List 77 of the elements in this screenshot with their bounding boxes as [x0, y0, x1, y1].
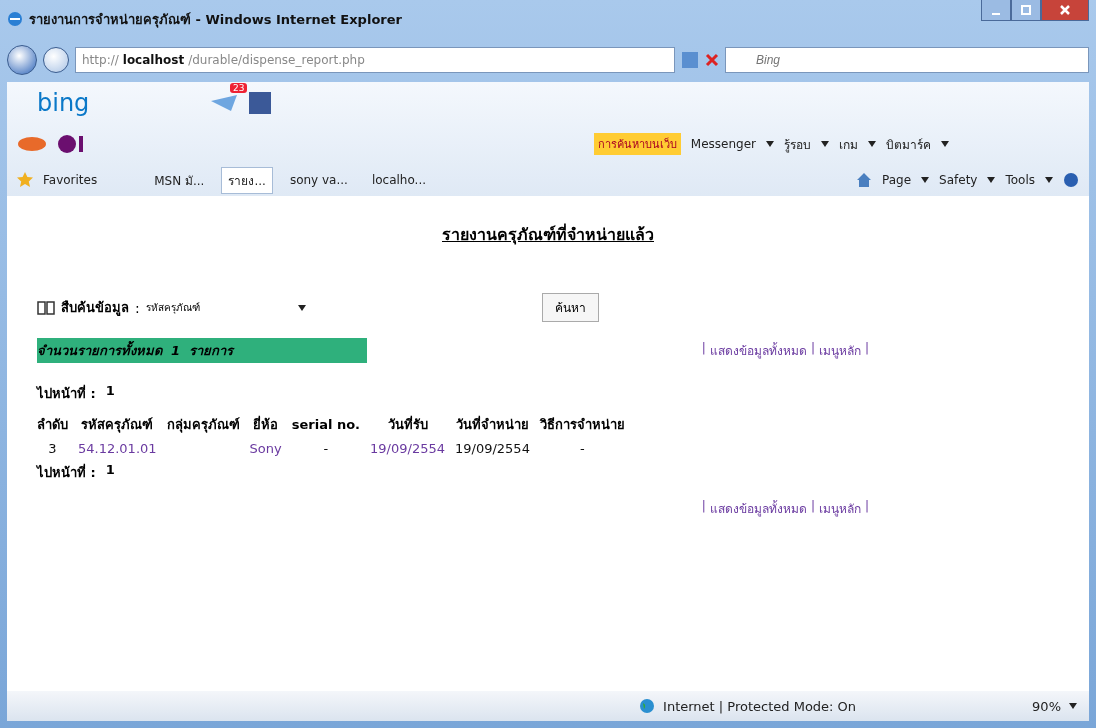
page-label: ไปหน้าที่ :: [37, 462, 96, 482]
label-colon: :: [135, 299, 140, 316]
toolbar-menu[interactable]: รู้รอบ: [784, 134, 811, 154]
column-header: วันที่จำหน่าย: [454, 410, 540, 439]
toolbar-menu[interactable]: บิตมาร์ค: [886, 134, 931, 154]
command-menu[interactable]: Tools: [1005, 173, 1035, 187]
dropdown-caret-icon[interactable]: [921, 177, 930, 183]
dropdown-caret-icon[interactable]: [1069, 703, 1077, 709]
favorites-button[interactable]: Favorites: [43, 173, 98, 187]
mail-count-badge: 23: [229, 82, 248, 93]
minimize-icon: [991, 13, 1001, 15]
command-menu[interactable]: Safety: [939, 173, 978, 187]
column-header: serial no.: [291, 416, 362, 434]
table-cell-text: 19/09/2554: [454, 440, 531, 458]
toolbar-menu[interactable]: Messenger: [690, 137, 756, 151]
report-heading: รายงานครุภัณฑ์ที่จำหน่ายแล้ว: [441, 222, 655, 247]
close-button[interactable]: [1041, 0, 1089, 21]
link-separator: |: [810, 341, 815, 357]
page-link[interactable]: 1: [105, 383, 115, 404]
dropdown-caret-icon[interactable]: [766, 141, 774, 147]
table-cell-text: 19/09/2554: [370, 440, 446, 458]
address-field[interactable]: http:// localhost /durable/dispense_report.php: [75, 47, 675, 73]
link-separator: |: [701, 499, 706, 515]
zoom-level[interactable]: 90%: [1032, 698, 1061, 714]
table-cell-text: 3: [47, 440, 58, 458]
table-cell-text: -: [579, 440, 586, 458]
nav-link[interactable]: แสดงข้อมูลทั้งหมด: [709, 341, 807, 360]
dropdown-caret-icon[interactable]: [821, 141, 829, 147]
browser-tab[interactable]: รายง...: [221, 166, 273, 194]
close-icon: [1060, 5, 1070, 15]
column-header: รหัสครุภัณฑ์: [78, 410, 167, 439]
back-button[interactable]: [7, 45, 37, 75]
security-zone-text: Internet | Protected Mode: On: [663, 698, 857, 714]
web-search-button[interactable]: การค้นหาบนเว็บ: [593, 133, 681, 155]
bing-logo[interactable]: bing: [37, 89, 90, 117]
link-separator: |: [864, 499, 869, 515]
column-header: ยี่ห้อ: [249, 410, 292, 439]
minimize-button[interactable]: [981, 0, 1011, 21]
stop-icon[interactable]: [705, 53, 719, 67]
nav-link[interactable]: เมนูหลัก: [818, 499, 861, 518]
table-cell-text: 54.12.01.01: [78, 440, 158, 458]
column-header: วิธีการจำหน่าย: [539, 416, 626, 434]
dropdown-caret-icon[interactable]: [868, 141, 876, 147]
browser-tab[interactable]: localho...: [364, 169, 434, 191]
command-menu[interactable]: Page: [882, 173, 912, 187]
forward-button[interactable]: [43, 47, 69, 73]
toolbar-menu[interactable]: เกม: [839, 134, 858, 154]
column-header: วันที่รับ: [386, 414, 429, 434]
link-separator: |: [701, 341, 706, 357]
nav-link[interactable]: เมนูหลัก: [818, 341, 861, 360]
total-count-banner: จำนวนรายการทั้งหมด 1 รายการ: [37, 338, 367, 363]
table-cell-text: Sony: [249, 440, 283, 458]
page-label: ไปหน้าที่ :: [37, 383, 96, 403]
column-header: ลำดับ: [37, 416, 69, 434]
link-separator: |: [810, 499, 815, 515]
column-header: กลุ่มครุภัณฑ์: [166, 416, 241, 435]
dropdown-caret-icon[interactable]: [941, 141, 949, 147]
dropdown-caret-icon[interactable]: [1045, 177, 1053, 183]
maximize-button[interactable]: [1011, 0, 1041, 21]
dropdown-caret-icon[interactable]: [297, 304, 306, 311]
search-field-select[interactable]: รหัสครุภัณฑ์: [145, 300, 306, 315]
table-cell-text: -: [322, 440, 330, 458]
search-field[interactable]: Bing: [725, 47, 1089, 73]
globe-icon: [639, 698, 656, 714]
link-separator: |: [864, 341, 869, 357]
home-icon[interactable]: [856, 172, 872, 188]
window-title: รายงานการจำหน่ายครุภัณฑ์ - Windows Internet Explorer: [29, 10, 402, 30]
maximize-icon: [1021, 5, 1031, 15]
browser-tab[interactable]: MSN มั...: [147, 166, 212, 194]
dropdown-caret-icon[interactable]: [987, 177, 996, 183]
nav-link[interactable]: แสดงข้อมูลทั้งหมด: [709, 499, 807, 518]
page-link[interactable]: 1: [105, 462, 115, 483]
search-label: สืบค้นข้อมูล: [61, 299, 129, 318]
browser-tab[interactable]: sony va...: [282, 169, 355, 191]
book-icon: [37, 299, 55, 316]
search-button[interactable]: ค้นหา: [541, 293, 599, 322]
star-icon[interactable]: [17, 172, 33, 188]
